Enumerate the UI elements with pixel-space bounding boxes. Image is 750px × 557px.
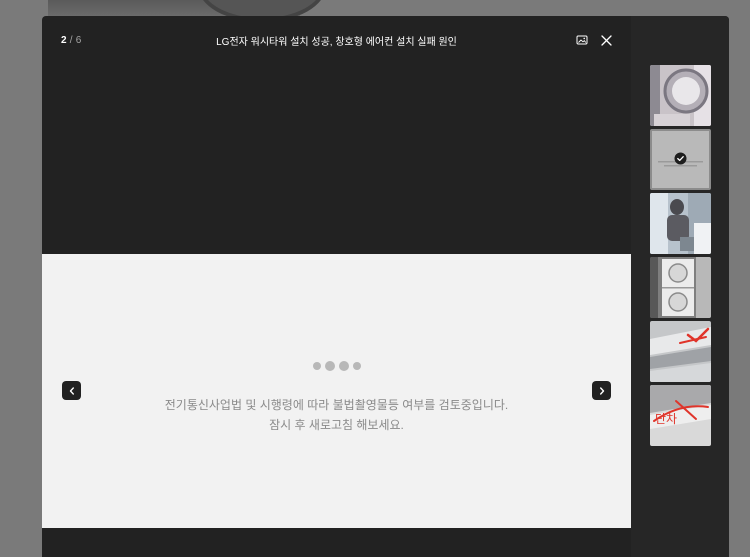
loading-dot [338,361,349,371]
background-photo [48,0,326,22]
thumbnail-image [650,257,711,318]
thumbnail-4[interactable] [650,257,711,318]
total-count: 6 [75,35,82,46]
thumbnail-strip: 단차 [631,16,729,557]
image-icon [576,35,588,45]
post-title: LG전자 워시타워 설치 성공, 창호형 에어컨 설치 실패 원인 [216,37,457,48]
close-button[interactable] [598,32,614,48]
thumbnail-3[interactable] [650,193,711,254]
thumbnail-image: 단차 [650,385,711,446]
thumbnail-image [650,65,711,126]
chevron-left-icon [69,386,74,395]
thumbnail-1[interactable] [650,65,711,126]
previous-image-button[interactable] [62,381,81,400]
review-notice-line-2: 잠시 후 새로고침 해보세요. [269,418,404,432]
close-icon [600,34,612,46]
thumbnail-handwriting: 단차 [655,412,677,426]
thumbnail-2-selected[interactable] [650,129,711,190]
next-image-button[interactable] [592,381,611,400]
image-viewer-modal: 전기통신사업법 및 시행령에 따라 불법촬영물등 여부를 검토중입니다. 잠시 … [42,16,729,557]
counter-separator: / [69,35,73,46]
loading-dot [324,361,335,371]
review-notice-panel: 전기통신사업법 및 시행령에 따라 불법촬영물등 여부를 검토중입니다. 잠시 … [42,254,631,528]
thumbnail-image [650,193,711,254]
thumbnail-image [650,321,711,382]
thumbnail-6[interactable]: 단차 [650,385,711,446]
view-original-button[interactable] [574,32,590,48]
current-index: 2 [61,35,67,46]
check-circle-icon [674,152,687,165]
thumbnail-5[interactable] [650,321,711,382]
image-stage: 전기통신사업법 및 시행령에 따라 불법촬영물등 여부를 검토중입니다. 잠시 … [42,16,631,557]
viewer-header: 2 / 6 LG전자 워시타워 설치 성공, 창호형 에어컨 설치 실패 원인 [42,16,631,64]
loading-dot [352,362,361,370]
chevron-right-icon [599,386,604,395]
review-notice-line-1: 전기통신사업법 및 시행령에 따라 불법촬영물등 여부를 검토중입니다. [164,398,509,412]
loading-indicator [42,361,631,371]
image-counter: 2 / 6 [61,35,81,46]
loading-dot [312,362,321,370]
